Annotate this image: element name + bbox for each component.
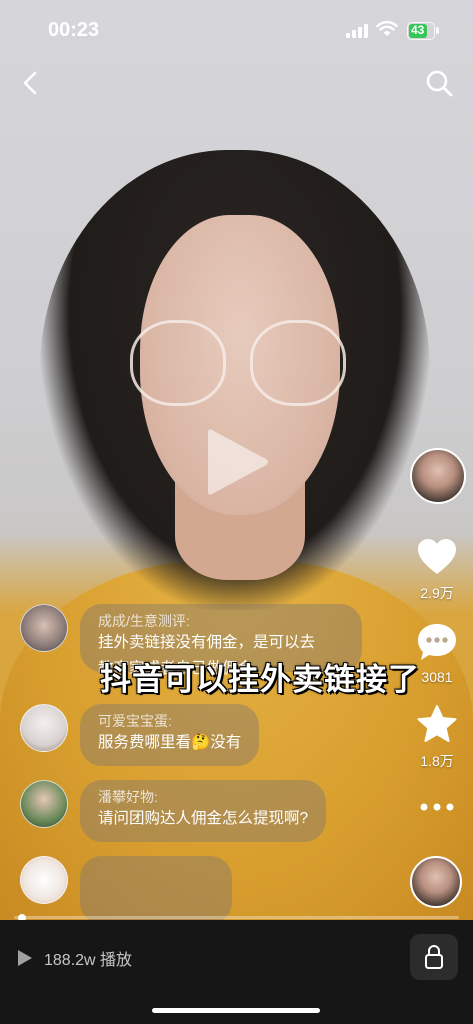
comment-icon bbox=[418, 624, 456, 660]
author-avatar[interactable] bbox=[410, 448, 466, 504]
cellular-signal-icon bbox=[346, 24, 368, 38]
like-count: 2.9万 bbox=[420, 585, 454, 601]
comment-author: 潘攀好物: bbox=[98, 789, 158, 805]
play-count: 188.2w 播放 bbox=[44, 952, 133, 969]
comment-bubble: 可爱宝宝蛋: 服务费哪里看🤔没有 bbox=[80, 704, 260, 766]
comment-bubble bbox=[80, 856, 232, 924]
comment-text: 挂外卖链接没有佣金，是可以去 bbox=[98, 634, 316, 651]
like-button[interactable]: 2.9万 bbox=[410, 538, 464, 603]
favorite-count: 1.8万 bbox=[420, 753, 454, 769]
favorite-button[interactable]: 1.8万 bbox=[410, 704, 464, 771]
status-bar: 00:23 43 bbox=[0, 0, 473, 60]
comment-text: 服务费哪里看🤔没有 bbox=[98, 734, 242, 751]
wifi-icon bbox=[376, 20, 398, 36]
avatar bbox=[20, 704, 68, 752]
avatar bbox=[20, 604, 68, 652]
play-count-icon bbox=[18, 950, 32, 966]
more-button[interactable] bbox=[410, 800, 464, 818]
status-time: 00:23 bbox=[48, 19, 100, 41]
home-indicator[interactable] bbox=[152, 1008, 320, 1013]
comment-author: 成成/生意测评: bbox=[98, 613, 190, 629]
battery-level: 43 bbox=[411, 23, 425, 37]
video-frame-glasses-left bbox=[130, 320, 226, 406]
comment-author: 可爱宝宝蛋: bbox=[98, 713, 172, 729]
play-icon[interactable] bbox=[204, 424, 272, 500]
avatar bbox=[20, 856, 68, 904]
video-frame-glasses-right bbox=[250, 320, 346, 406]
comment-text: 请问团购达人佣金怎么提现啊? bbox=[98, 810, 309, 827]
more-dots-icon bbox=[420, 803, 454, 811]
search-icon[interactable] bbox=[424, 68, 454, 98]
battery-icon: 43 bbox=[407, 22, 439, 40]
heart-icon bbox=[418, 539, 456, 574]
video-progress-bar[interactable] bbox=[14, 914, 459, 922]
video-screen[interactable]: 00:23 43 2.9万 3081 1.8万 成成/生意测评: 挂外卖链接没有… bbox=[0, 0, 473, 1024]
music-disc-avatar[interactable] bbox=[410, 856, 462, 908]
lock-icon bbox=[425, 945, 443, 969]
bottom-bar: 188.2w 播放 bbox=[0, 920, 473, 1024]
comment-bubble: 潘攀好物: 请问团购达人佣金怎么提现啊? bbox=[80, 780, 327, 842]
avatar bbox=[20, 780, 68, 828]
video-caption-overlay: 抖音可以挂外卖链接了 bbox=[100, 662, 420, 697]
star-icon bbox=[417, 705, 457, 742]
lock-button[interactable] bbox=[410, 934, 458, 980]
back-icon[interactable] bbox=[18, 70, 44, 96]
